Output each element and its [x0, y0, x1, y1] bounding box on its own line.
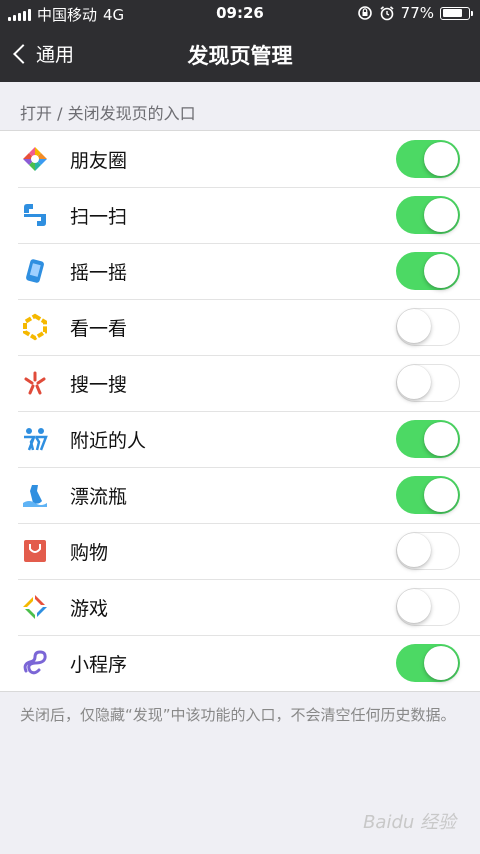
battery-percent: 77%	[400, 4, 434, 22]
page-title: 发现页管理	[187, 44, 293, 68]
list-item: 看一看	[0, 299, 480, 355]
people-nearby-icon	[20, 424, 50, 454]
search-icon	[20, 368, 50, 398]
toggle-knob	[424, 254, 458, 288]
list-item: 购物	[0, 523, 480, 579]
toggle-switch[interactable]	[396, 140, 460, 178]
toggle-switch[interactable]	[396, 588, 460, 626]
discover-entries-list: 朋友圈扫一扫摇一摇看一看搜一搜附近的人漂流瓶购物游戏小程序	[0, 130, 480, 692]
toggle-knob	[397, 589, 431, 623]
navigation-bar: 通用 发现页管理	[0, 26, 480, 82]
rotation-lock-icon	[357, 6, 372, 20]
list-item: 朋友圈	[0, 131, 480, 187]
toggle-knob	[397, 365, 431, 399]
games-icon	[20, 592, 50, 622]
toggle-knob	[424, 478, 458, 512]
toggle-switch[interactable]	[396, 252, 460, 290]
toggle-knob	[424, 646, 458, 680]
toggle-knob	[424, 422, 458, 456]
list-item-label: 小程序	[70, 653, 128, 676]
list-item: 扫一扫	[0, 187, 480, 243]
toggle-knob	[397, 309, 431, 343]
list-item: 漂流瓶	[0, 467, 480, 523]
list-item: 游戏	[0, 579, 480, 635]
section-header: 打开 / 关闭发现页的入口	[20, 104, 196, 123]
toggle-knob	[424, 142, 458, 176]
footer-note: 关闭后，仅隐藏“发现”中该功能的入口，不会清空任何历史数据。	[20, 706, 456, 724]
moments-icon	[20, 144, 50, 174]
list-item: 摇一摇	[0, 243, 480, 299]
watermark: Baidu 经验	[363, 812, 456, 833]
toggle-knob	[397, 533, 431, 567]
toggle-switch[interactable]	[396, 420, 460, 458]
toggle-switch[interactable]	[396, 644, 460, 682]
list-item-label: 购物	[70, 541, 109, 564]
toggle-switch[interactable]	[396, 308, 460, 346]
shake-icon	[20, 256, 50, 286]
list-item-label: 漂流瓶	[70, 485, 128, 508]
status-bar: 中国移动 4G 09:26 77%	[0, 0, 480, 26]
list-item-label: 搜一搜	[70, 373, 128, 396]
list-item-label: 附近的人	[70, 429, 147, 452]
toggle-switch[interactable]	[396, 476, 460, 514]
battery-icon	[440, 6, 473, 20]
list-item: 小程序	[0, 635, 480, 691]
list-item-label: 摇一摇	[70, 261, 128, 284]
toggle-knob	[424, 198, 458, 232]
drift-bottle-icon	[20, 480, 50, 510]
top-stories-icon	[20, 312, 50, 342]
list-item-label: 扫一扫	[70, 205, 128, 228]
list-item-label: 朋友圈	[70, 149, 128, 172]
list-item-label: 看一看	[70, 317, 128, 340]
list-item: 搜一搜	[0, 355, 480, 411]
alarm-icon	[380, 6, 394, 21]
toggle-switch[interactable]	[396, 196, 460, 234]
scan-icon	[20, 200, 50, 230]
toggle-switch[interactable]	[396, 532, 460, 570]
list-item-label: 游戏	[70, 597, 109, 620]
status-right: 77%	[357, 4, 473, 22]
list-item: 附近的人	[0, 411, 480, 467]
mini-programs-icon	[20, 648, 50, 678]
shopping-bag-icon	[20, 536, 50, 566]
toggle-switch[interactable]	[396, 364, 460, 402]
